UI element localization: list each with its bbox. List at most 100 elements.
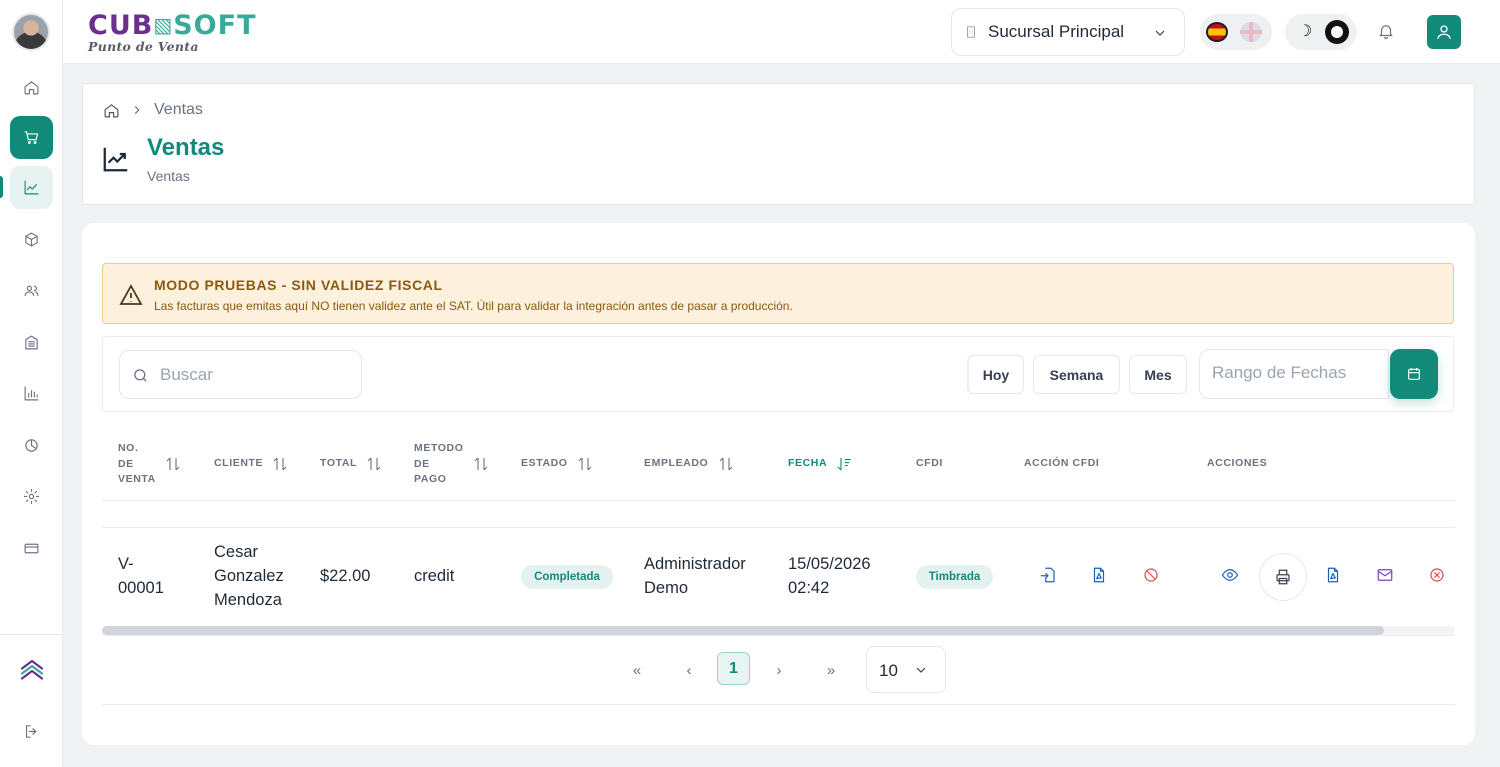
warning-icon	[119, 284, 143, 305]
search-input[interactable]	[160, 363, 350, 387]
gear-icon	[23, 488, 40, 505]
search-icon	[134, 369, 147, 382]
pdf-file-icon	[1327, 567, 1339, 583]
alert-title: MODO PRUEBAS - SIN VALIDEZ FISCAL	[154, 277, 443, 293]
sidebar-item-pos[interactable]	[10, 116, 53, 159]
sort-both-icon	[474, 457, 488, 471]
cell-fecha: 15/05/2026 02:42	[788, 555, 871, 597]
sidebar-item-payments[interactable]	[10, 527, 53, 570]
printer-icon	[1276, 569, 1290, 585]
sidebar-item-reports[interactable]	[10, 372, 53, 415]
user-menu-button[interactable]	[1427, 15, 1461, 49]
sidebar-item-customers[interactable]	[10, 269, 53, 312]
sidebar-divider	[0, 634, 63, 635]
sort-icon[interactable]	[164, 455, 182, 473]
cfdi-cancel-button[interactable]	[1142, 566, 1162, 586]
date-range-field	[1199, 349, 1389, 399]
sort-icon[interactable]	[835, 455, 853, 473]
sort-icon[interactable]	[717, 455, 735, 473]
filter-week-button[interactable]: Semana	[1033, 355, 1120, 394]
breadcrumb-current: Ventas	[154, 101, 203, 118]
logo-text-cub: CUB	[88, 10, 154, 41]
filter-month-button[interactable]: Mes	[1129, 355, 1187, 394]
user-icon	[1437, 25, 1451, 39]
app-logo[interactable]: CUB▧SOFT Punto de Venta	[88, 10, 257, 55]
sidebar-item-settings[interactable]	[10, 475, 53, 518]
sidebar-item-ventas[interactable]	[10, 166, 53, 209]
cell-cliente: Cesar Gonzalez Mendoza	[214, 543, 284, 609]
per-page-select[interactable]: 10	[866, 646, 946, 693]
pdf-button[interactable]	[1324, 566, 1344, 586]
uk-flag-icon[interactable]	[1240, 22, 1262, 42]
cubosoft-logo-icon	[20, 659, 43, 680]
sidebar-logo	[10, 649, 53, 692]
last-page-button[interactable]: »	[816, 655, 846, 685]
sort-icon[interactable]	[576, 455, 594, 473]
col-header-total[interactable]: TOTAL	[320, 456, 357, 472]
sort-both-icon	[273, 457, 287, 471]
building-icon	[25, 335, 38, 350]
filter-today-button[interactable]: Hoy	[967, 355, 1024, 394]
sort-icon[interactable]	[472, 455, 490, 473]
horizontal-scrollbar-thumb[interactable]	[102, 626, 1384, 635]
print-button[interactable]	[1259, 553, 1307, 601]
sidebar-active-marker	[0, 176, 3, 198]
spain-flag-icon[interactable]	[1206, 22, 1228, 42]
cfdi-pdf-button[interactable]	[1090, 566, 1110, 586]
next-page-button[interactable]: ›	[764, 655, 794, 685]
mail-icon	[1377, 569, 1393, 581]
col-header-estado[interactable]: ESTADO	[521, 456, 568, 472]
col-header-no-venta[interactable]: NO. DE VENTA	[118, 441, 156, 488]
col-header-cfdi: CFDI	[916, 457, 943, 469]
date-range-input[interactable]	[1212, 363, 1382, 383]
col-header-fecha[interactable]: FECHA	[788, 456, 827, 472]
page-icon	[101, 144, 131, 174]
page-1-button[interactable]: 1	[717, 652, 750, 685]
cancel-sale-button[interactable]	[1428, 566, 1448, 586]
notifications-button[interactable]	[1377, 22, 1397, 42]
page-subtitle: Ventas	[147, 168, 190, 184]
user-avatar[interactable]	[12, 13, 50, 51]
chevron-down-icon	[916, 667, 926, 673]
home-icon[interactable]	[103, 102, 120, 119]
sort-icon[interactable]	[271, 455, 289, 473]
sidebar-item-home[interactable]	[10, 66, 53, 109]
users-icon	[24, 285, 39, 297]
cart-icon	[24, 131, 39, 144]
email-button[interactable]	[1376, 566, 1396, 586]
col-header-cliente[interactable]: CLIENTE	[214, 456, 263, 472]
building-icon	[967, 26, 975, 38]
view-button[interactable]	[1221, 566, 1241, 586]
cfdi-badge: Timbrada	[916, 565, 993, 589]
theme-switcher: ☽	[1285, 14, 1357, 50]
trend-chart-icon	[103, 147, 128, 172]
cfdi-stamp-button[interactable]	[1039, 566, 1059, 586]
sidebar-item-branches[interactable]	[10, 321, 53, 364]
pdf-file-icon	[1093, 567, 1105, 583]
sidebar-item-logout[interactable]	[10, 710, 53, 753]
calendar-button[interactable]	[1390, 349, 1438, 399]
sort-both-icon	[166, 457, 180, 471]
breadcrumb: Ventas	[103, 101, 203, 119]
moon-icon[interactable]: ☽	[1298, 23, 1312, 41]
sun-icon[interactable]	[1325, 20, 1349, 44]
alert-text: Las facturas que emitas aquí NO tienen v…	[154, 299, 793, 313]
cell-no-venta: V- 00001	[118, 555, 164, 597]
first-page-button[interactable]: «	[622, 655, 652, 685]
credit-card-icon	[24, 543, 39, 554]
prev-page-button[interactable]: ‹	[674, 655, 704, 685]
cell-metodo-pago: credit	[414, 567, 455, 585]
sidebar-item-history[interactable]	[10, 424, 53, 467]
sort-desc-icon	[837, 458, 851, 471]
cell-total: $22.00	[320, 567, 371, 585]
sort-both-icon	[578, 457, 592, 471]
ban-icon	[1144, 568, 1158, 582]
col-header-accion-cfdi: ACCIÓN CFDI	[1024, 457, 1100, 469]
col-header-metodo-pago[interactable]: METODO DE PAGO	[414, 441, 464, 488]
branch-select[interactable]: Sucursal Principal	[951, 8, 1185, 56]
sales-card: MODO PRUEBAS - SIN VALIDEZ FISCAL Las fa…	[82, 223, 1475, 745]
sidebar-item-products[interactable]	[10, 218, 53, 261]
col-header-empleado[interactable]: EMPLEADO	[644, 456, 708, 472]
cell-empleado: Administrador Demo	[644, 555, 746, 597]
sort-icon[interactable]	[365, 455, 383, 473]
